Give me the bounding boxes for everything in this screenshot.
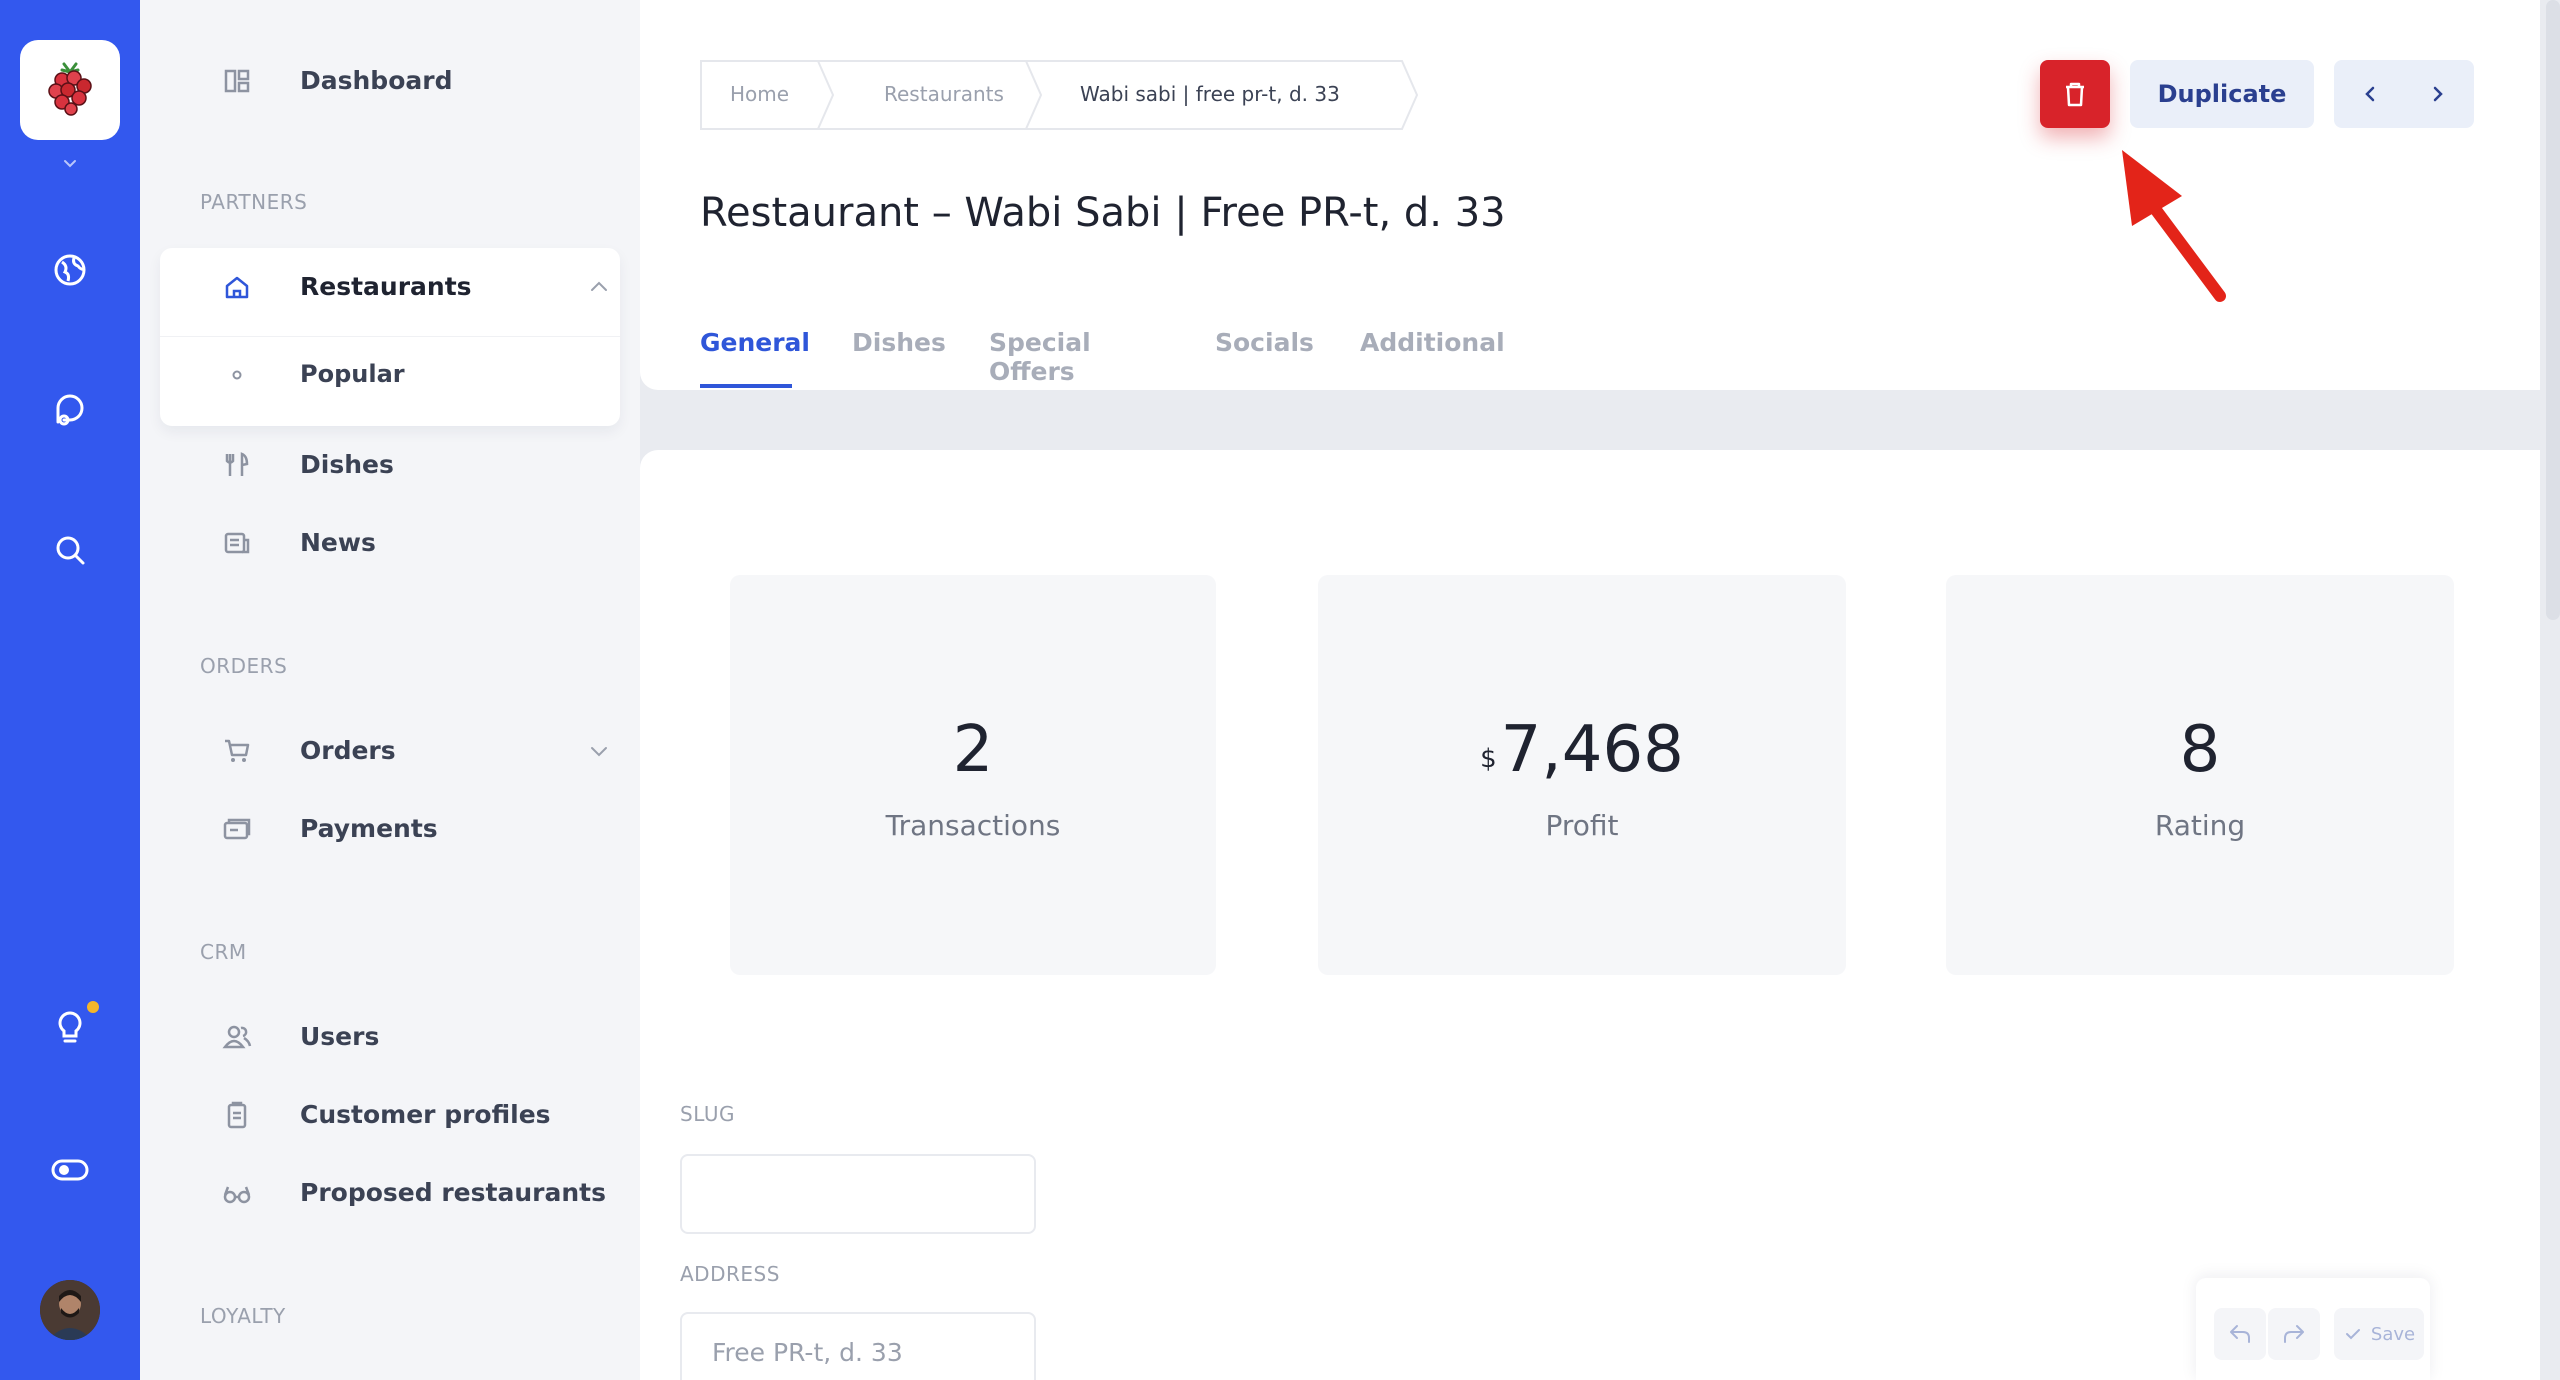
slug-label: SLUG	[680, 1102, 735, 1126]
sidebar-item-label: Restaurants	[300, 272, 472, 301]
stat-card-transactions: 2 Transactions	[730, 575, 1216, 975]
sidebar-item-orders[interactable]: Orders	[160, 720, 620, 780]
notification-dot	[87, 1001, 99, 1013]
page-header: Home Restaurants Wabi sabi | free pr-t, …	[640, 0, 2540, 390]
lightbulb-icon[interactable]	[50, 1008, 90, 1048]
currency-symbol: $	[1480, 744, 1497, 774]
breadcrumb-restaurants[interactable]: Restaurants	[884, 82, 1004, 106]
clipboard-icon	[227, 1101, 247, 1129]
scrollbar[interactable]	[2546, 0, 2560, 620]
globe-icon[interactable]	[50, 250, 90, 290]
redo-button[interactable]	[2268, 1308, 2320, 1360]
home-icon	[225, 276, 249, 299]
chevron-right-icon[interactable]	[2426, 82, 2450, 106]
sidebar-item-proposed-restaurants[interactable]: Proposed restaurants	[160, 1162, 620, 1222]
tab-special-offers[interactable]: Special Offers	[989, 328, 1091, 386]
dashboard-icon	[224, 69, 250, 93]
section-label-crm: CRM	[200, 940, 247, 964]
stat-value: 8	[2179, 713, 2221, 787]
toggle-icon[interactable]	[50, 1150, 90, 1190]
sidebar-item-label: Dishes	[300, 450, 394, 479]
stat-card-profit: $7,468 Profit	[1318, 575, 1846, 975]
sidebar-item-label: Orders	[300, 736, 396, 765]
stat-value: 2	[952, 713, 994, 787]
section-label-partners: PARTNERS	[200, 190, 308, 214]
record-pager	[2334, 60, 2474, 128]
avatar[interactable]	[40, 1280, 100, 1340]
raspberry-logo-icon	[48, 62, 92, 116]
sidebar-item-dishes[interactable]: Dishes	[160, 434, 620, 494]
sidebar-item-label: Popular	[300, 360, 405, 388]
sidebar-item-users[interactable]: Users	[160, 1006, 620, 1066]
sidebar-item-customer-profiles[interactable]: Customer profiles	[160, 1084, 620, 1144]
chevron-left-icon[interactable]	[2358, 82, 2382, 106]
cart-icon	[225, 739, 250, 762]
stat-label: Rating	[2154, 809, 2246, 842]
tab-dishes[interactable]: Dishes	[852, 328, 946, 357]
news-icon	[224, 532, 250, 554]
tab-socials[interactable]: Socials	[1215, 328, 1314, 357]
address-label: ADDRESS	[680, 1262, 780, 1286]
duplicate-button[interactable]: Duplicate	[2130, 60, 2314, 128]
sidebar-item-news[interactable]: News	[160, 512, 620, 572]
stat-card-rating: 8 Rating	[1946, 575, 2454, 975]
sidebar-item-label: Users	[300, 1022, 380, 1051]
sidebar-item-label: Payments	[300, 814, 438, 843]
tab-general[interactable]: General	[700, 328, 810, 357]
sidebar: Dashboard PARTNERS Restaurants Popular D…	[140, 0, 640, 1380]
undo-icon	[2230, 1325, 2250, 1343]
active-tab-indicator	[700, 384, 792, 388]
general-content: 2 Transactions $7,468 Profit 8 Rating SL…	[640, 450, 2540, 1380]
stat-value: 7,468	[1500, 713, 1684, 787]
users-icon	[222, 1025, 252, 1049]
section-label-loyalty: LOYALTY	[200, 1304, 286, 1328]
glasses-icon	[223, 1186, 251, 1204]
stat-label: Profit	[1545, 809, 1619, 842]
address-input[interactable]	[680, 1312, 1036, 1380]
sidebar-item-payments[interactable]: Payments	[160, 798, 620, 858]
divider	[160, 336, 620, 337]
sidebar-item-restaurants[interactable]: Restaurants	[160, 256, 620, 316]
sidebar-item-label: Customer profiles	[300, 1100, 551, 1129]
breadcrumb-current: Wabi sabi | free pr-t, d. 33	[1080, 82, 1340, 106]
app-logo[interactable]	[20, 40, 120, 140]
chevron-up-icon[interactable]	[588, 276, 610, 298]
chat-icon[interactable]	[50, 390, 90, 430]
dot-icon	[232, 370, 242, 380]
save-button[interactable]: Save	[2334, 1308, 2424, 1360]
sidebar-item-dashboard[interactable]: Dashboard	[160, 50, 620, 110]
redo-icon	[2284, 1325, 2304, 1343]
check-icon	[2345, 1329, 2360, 1340]
trash-icon	[2066, 82, 2084, 107]
save-toolbar: Save	[2196, 1278, 2430, 1380]
save-label: Save	[2370, 1323, 2416, 1345]
sidebar-item-label: Proposed restaurants	[300, 1178, 606, 1207]
wallet-icon	[223, 818, 251, 840]
sidebar-item-label: News	[300, 528, 376, 557]
page-title: Restaurant – Wabi Sabi | Free PR-t, d. 3…	[700, 190, 1506, 236]
tab-additional[interactable]: Additional	[1360, 328, 1505, 357]
utensils-icon	[225, 452, 249, 476]
section-label-orders: ORDERS	[200, 654, 288, 678]
sidebar-item-label: Dashboard	[300, 66, 453, 95]
annotation-arrow-icon	[2122, 150, 2226, 302]
user-avatar-icon	[40, 1280, 100, 1340]
delete-button[interactable]	[2040, 60, 2110, 128]
undo-button[interactable]	[2214, 1308, 2266, 1360]
sidebar-item-popular[interactable]: Popular	[160, 344, 620, 404]
app-rail	[0, 0, 140, 1380]
slug-input[interactable]	[680, 1154, 1036, 1234]
chevron-down-icon[interactable]	[588, 740, 610, 762]
breadcrumb-home[interactable]: Home	[730, 82, 789, 106]
search-icon[interactable]	[50, 530, 90, 570]
stat-label: Transactions	[885, 809, 1061, 842]
stat-value-wrap: $7,468	[1318, 713, 1846, 787]
chevron-down-icon[interactable]	[62, 156, 78, 172]
